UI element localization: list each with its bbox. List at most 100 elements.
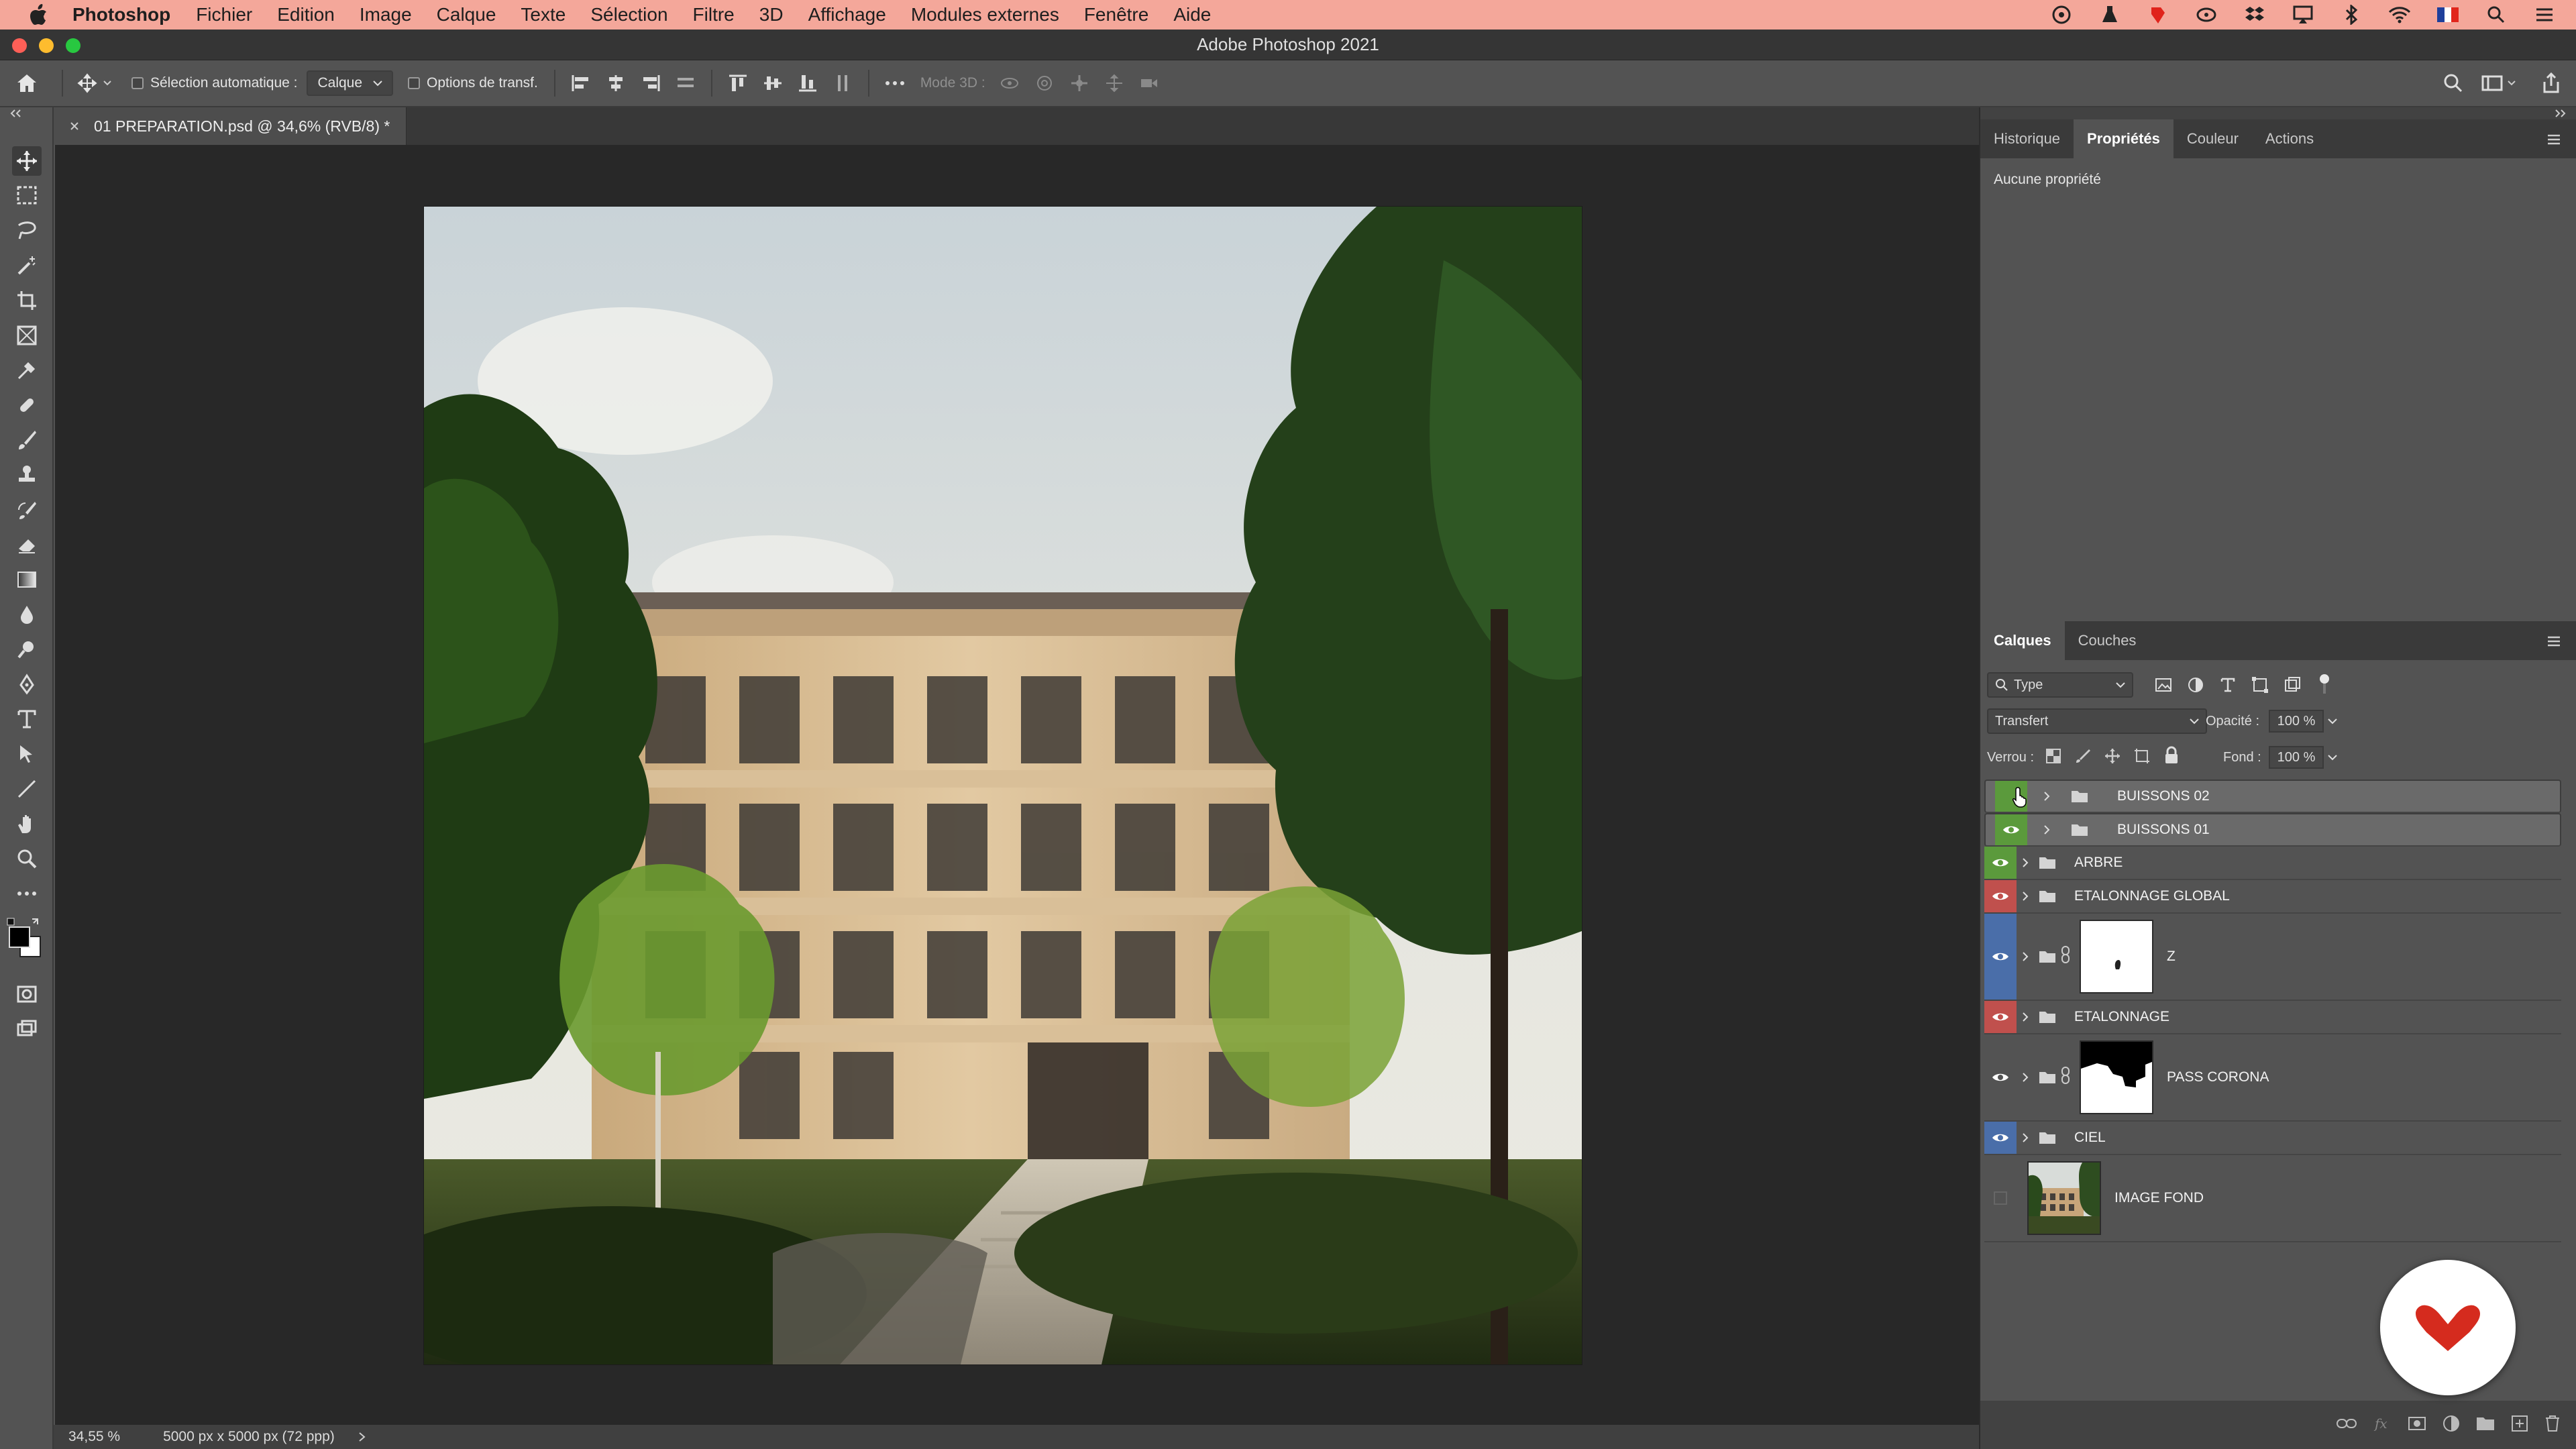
eye-icon[interactable] [1984,1122,2017,1154]
zoom-level[interactable]: 34,55 % [68,1429,120,1445]
menu-fichier[interactable]: Fichier [196,4,252,25]
color-swatches[interactable] [5,916,48,959]
eye-icon[interactable] [1984,847,2017,879]
chevron-right-icon[interactable] [2017,891,2034,902]
chevron-right-icon[interactable] [2017,1012,2034,1022]
zoom-window-button[interactable] [66,38,80,53]
menu-3d[interactable]: 3D [759,4,784,25]
new-group-icon[interactable] [2475,1415,2496,1432]
filter-shape-icon[interactable] [2251,676,2269,694]
lock-artboard-icon[interactable] [2133,747,2151,765]
spotlight-search-icon[interactable] [2485,3,2508,26]
opacity-input[interactable]: 100 % [2269,710,2324,733]
menu-modules-externes[interactable]: Modules externes [911,4,1059,25]
more-options-icon[interactable] [877,68,912,98]
layer-row[interactable]: IMAGE FOND [1984,1155,2561,1242]
layer-filter-dropdown[interactable]: Type [1987,672,2133,698]
close-icon[interactable] [70,121,79,131]
move-tool-preset-icon[interactable] [71,68,118,98]
pen-tool-icon[interactable] [12,669,42,699]
align-top-icon[interactable] [720,68,755,98]
layer-visibility-toggle[interactable] [1984,1155,2017,1241]
flask-icon[interactable] [2098,3,2121,26]
menu-fenetre[interactable]: Fenêtre [1084,4,1149,25]
menu-affichage[interactable]: Affichage [808,4,886,25]
lock-transparency-icon[interactable] [2045,747,2062,765]
layer-row[interactable]: ETALONNAGE GLOBAL [1984,880,2561,914]
blur-tool-icon[interactable] [12,600,42,629]
layer-row[interactable]: ARBRE [1984,847,2561,880]
link-layers-icon[interactable] [2336,1416,2357,1431]
align-center-icon[interactable] [598,68,633,98]
3d-camera-icon[interactable] [1132,68,1167,98]
chevron-right-icon[interactable] [358,1431,367,1443]
brush-tool-icon[interactable] [12,425,42,455]
crop-tool-icon[interactable] [12,286,42,315]
eye-icon[interactable] [1984,914,2017,1000]
creative-cloud-icon[interactable] [2050,3,2073,26]
panel-menu-icon[interactable] [2544,131,2564,148]
menu-texte[interactable]: Texte [521,4,566,25]
dropbox-icon[interactable] [2243,3,2266,26]
3d-orbit-icon[interactable] [992,68,1027,98]
layer-row[interactable]: BUISSONS 02 [1984,780,2561,813]
minimize-window-button[interactable] [39,38,54,53]
menu-edition[interactable]: Edition [277,4,335,25]
trash-icon[interactable] [2544,1414,2561,1433]
menu-aide[interactable]: Aide [1173,4,1211,25]
menu-calque[interactable]: Calque [437,4,496,25]
fx-icon[interactable]: fx [2372,1415,2392,1432]
align-right-icon[interactable] [633,68,668,98]
filter-adjustment-icon[interactable] [2187,676,2204,694]
home-icon[interactable] [0,68,54,98]
wifi-icon[interactable] [2388,3,2411,26]
quick-mask-icon[interactable] [12,979,42,1009]
filter-pixel-icon[interactable] [2155,676,2172,694]
layer-mask-thumbnail[interactable] [2080,920,2153,994]
chevron-right-icon[interactable] [2038,791,2055,802]
hand-tool-icon[interactable] [12,809,42,839]
dodge-tool-icon[interactable] [12,635,42,664]
type-tool-icon[interactable] [12,704,42,734]
lasso-tool-icon[interactable] [12,216,42,246]
document-canvas[interactable] [424,207,1582,1364]
align-left-icon[interactable] [564,68,598,98]
tab-proprietes[interactable]: Propriétés [2074,119,2174,158]
tab-calques[interactable]: Calques [1980,621,2065,660]
filter-type-icon[interactable] [2219,676,2237,694]
layer-row[interactable]: CIEL [1984,1122,2561,1155]
collapse-panel-icon[interactable] [9,109,23,118]
layer-row[interactable]: Z [1984,914,2561,1001]
apple-menu-icon[interactable] [25,4,52,25]
chevron-right-icon[interactable] [2017,951,2034,962]
layer-mask-thumbnail[interactable] [2080,1040,2153,1114]
move-tool-icon[interactable] [12,146,42,176]
sync-icon[interactable] [2195,3,2218,26]
layer-row[interactable]: BUISSONS 01 [1984,813,2561,847]
tab-historique[interactable]: Historique [1980,119,2074,158]
menu-filtre[interactable]: Filtre [693,4,735,25]
close-window-button[interactable] [12,38,27,53]
filter-toggle-icon[interactable] [2317,674,2332,695]
distribute-icon[interactable] [668,68,703,98]
new-layer-icon[interactable] [2510,1414,2529,1433]
auto-select-checkbox[interactable]: Sélection automatique : [131,68,297,98]
bluetooth-icon[interactable] [2340,3,2363,26]
share-icon[interactable] [2534,68,2568,98]
layer-row[interactable]: ETALONNAGE [1984,1001,2561,1034]
chevron-down-icon[interactable] [2328,754,2337,761]
airplay-icon[interactable] [2292,3,2314,26]
line-tool-icon[interactable] [12,774,42,804]
magic-wand-tool-icon[interactable] [12,251,42,280]
panel-menu-icon[interactable] [2544,633,2564,649]
chevron-right-icon[interactable] [2038,824,2055,835]
align-bottom-icon[interactable] [790,68,825,98]
link-icon[interactable] [2061,945,2070,968]
app-status-icon[interactable] [2147,3,2169,26]
chevron-right-icon[interactable] [2017,1132,2034,1143]
transform-controls-checkbox[interactable]: Options de transf. [408,68,538,98]
align-middle-icon[interactable] [755,68,790,98]
healing-brush-tool-icon[interactable] [12,390,42,420]
tab-actions[interactable]: Actions [2252,119,2327,158]
collapse-panel-icon[interactable] [2553,109,2567,118]
